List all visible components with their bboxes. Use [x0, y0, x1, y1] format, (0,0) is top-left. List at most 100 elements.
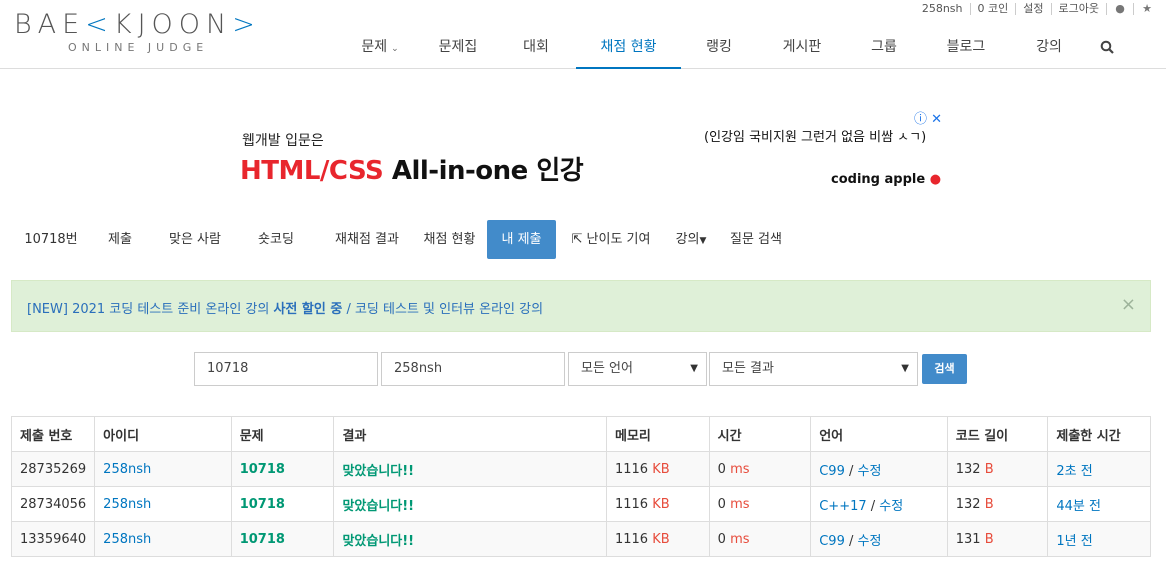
memory-cell: 1116 KB: [605, 486, 710, 522]
edit-link[interactable]: 수정: [858, 534, 882, 549]
alert-message[interactable]: [NEW] 2021 코딩 테스트 준비 온라인 강의 사전 할인 중 / 코딩…: [27, 298, 543, 317]
tab-difficulty-contribution[interactable]: ⇱ 난이도 기여: [556, 220, 666, 259]
time-cell: 0 ms: [708, 486, 812, 522]
apple-icon: ●: [929, 172, 942, 187]
user-topbar: 258nsh 0 코인 설정 로그아웃 ● ★: [915, 3, 1160, 15]
problem-link[interactable]: 10718: [240, 497, 285, 512]
length-cell: 132 B: [946, 451, 1049, 487]
nav-groups[interactable]: 그룹: [847, 36, 921, 69]
edit-link[interactable]: 수정: [879, 499, 903, 514]
chevron-down-icon: ▼: [901, 363, 909, 374]
language-cell: C99 / 수정: [810, 451, 948, 487]
main-nav: 문제 ⌄ 문제집 대회 채점 현황 랭킹 게시판 그룹 블로그 강의: [340, 36, 1127, 69]
edit-link[interactable]: 수정: [858, 464, 882, 479]
source-link[interactable]: C99: [819, 534, 845, 549]
nav-blog[interactable]: 블로그: [921, 36, 1011, 69]
tab-status[interactable]: 채점 현황: [422, 220, 477, 259]
col-user-id: 아이디: [94, 416, 232, 452]
info-icon[interactable]: ⓘ: [914, 112, 927, 127]
logo-wordmark: BAE<KJOON>: [14, 9, 261, 40]
submitted-time-link[interactable]: 2초 전: [1056, 464, 1092, 479]
tab-question-search[interactable]: 질문 검색: [716, 220, 796, 259]
coin-link[interactable]: 0 코인: [969, 3, 1016, 15]
result-text: 맞았습니다!!: [342, 533, 415, 549]
language-select[interactable]: 모든 언어 ▼: [568, 352, 707, 386]
tab-submit[interactable]: 제출: [90, 220, 150, 259]
search-button[interactable]: 검색: [922, 354, 967, 384]
logout-link[interactable]: 로그아웃: [1050, 3, 1106, 15]
user-link[interactable]: 258nsh: [103, 497, 151, 512]
ad-controls: ⓘ ✕: [914, 108, 942, 127]
table-header-row: 제출 번호 아이디 문제 결과 메모리 시간 언어 코드 길이 제출한 시간: [10, 416, 1151, 452]
problem-link[interactable]: 10718: [240, 532, 285, 547]
col-result: 결과: [333, 416, 607, 452]
result-text: 맞았습니다!!: [342, 463, 415, 479]
ad-headline: HTML/CSS All-in-one 인강: [240, 156, 584, 186]
ad-banner[interactable]: 웹개발 입문은 HTML/CSS All-in-one 인강 (인강임 국비지원…: [226, 108, 946, 196]
submission-id: 13359640: [10, 521, 96, 557]
problem-id-input[interactable]: 10718: [194, 352, 378, 386]
settings-link[interactable]: 설정: [1015, 3, 1050, 15]
nav-ranking[interactable]: 랭킹: [681, 36, 757, 69]
user-link[interactable]: 258nsh: [103, 462, 151, 477]
col-language: 언어: [810, 416, 948, 452]
external-link-icon: ⇱: [571, 232, 583, 247]
time-cell: 0 ms: [708, 451, 812, 487]
tab-problem-number[interactable]: 10718번: [12, 220, 90, 259]
length-cell: 131 B: [946, 521, 1049, 557]
nav-contests[interactable]: 대회: [496, 36, 576, 69]
globe-icon[interactable]: ●: [1106, 3, 1133, 15]
result-text: 맞았습니다!!: [342, 498, 415, 514]
result-select[interactable]: 모든 결과 ▼: [709, 352, 918, 386]
language-cell: C++17 / 수정: [810, 486, 948, 522]
caret-down-icon: ▼: [699, 236, 707, 246]
site-header: BAE<KJOON> ONLINE JUDGE 258nsh 0 코인 설정 로…: [0, 0, 1166, 69]
close-icon[interactable]: ×: [1121, 294, 1136, 315]
status-table: 제출 번호 아이디 문제 결과 메모리 시간 언어 코드 길이 제출한 시간 2…: [10, 416, 1151, 557]
nav-problems[interactable]: 문제 ⌄: [340, 36, 420, 69]
user-link[interactable]: 258nsh: [103, 532, 151, 547]
col-problem: 문제: [230, 416, 335, 452]
memory-cell: 1116 KB: [605, 451, 710, 487]
col-memory: 메모리: [605, 416, 710, 452]
user-id-input[interactable]: 258nsh: [381, 352, 565, 386]
table-row: 28735269 258nsh 10718 맞았습니다!! 1116 KB 0 …: [10, 451, 1151, 487]
submitted-time-link[interactable]: 44분 전: [1056, 499, 1101, 514]
col-code-length: 코드 길이: [946, 416, 1049, 452]
ad-small-text: 웹개발 입문은: [242, 133, 324, 149]
chevron-down-icon: ⌄: [391, 44, 399, 54]
col-time: 시간: [708, 416, 812, 452]
chevron-down-icon: ▼: [690, 363, 698, 374]
nav-lectures[interactable]: 강의: [1011, 36, 1087, 69]
submission-id: 28735269: [10, 451, 96, 487]
close-icon[interactable]: ✕: [931, 112, 942, 127]
col-submission-id: 제출 번호: [10, 416, 96, 452]
problem-menu: 10718번 제출 맞은 사람 숏코딩 재채점 결과 채점 현황 내 제출 ⇱ …: [12, 220, 796, 259]
nav-workbooks[interactable]: 문제집: [420, 36, 496, 69]
memory-cell: 1116 KB: [605, 521, 710, 557]
tab-my-submissions[interactable]: 내 제출: [487, 220, 556, 259]
submitted-time-link[interactable]: 1년 전: [1056, 534, 1092, 549]
source-link[interactable]: C++17: [819, 499, 866, 514]
nav-board[interactable]: 게시판: [757, 36, 847, 69]
problem-link[interactable]: 10718: [240, 462, 285, 477]
search-icon[interactable]: [1087, 36, 1127, 69]
table-row: 28734056 258nsh 10718 맞았습니다!! 1116 KB 0 …: [10, 486, 1151, 522]
tab-rejudge-results[interactable]: 재채점 결과: [312, 220, 422, 259]
tab-accepted-users[interactable]: 맞은 사람: [150, 220, 240, 259]
ad-side-text: (인강임 국비지원 그런거 없음 비쌈 ㅅㄱ): [704, 130, 927, 145]
source-link[interactable]: C99: [819, 464, 845, 479]
length-cell: 132 B: [946, 486, 1049, 522]
tab-short-coding[interactable]: 숏코딩: [240, 220, 312, 259]
site-logo[interactable]: BAE<KJOON> ONLINE JUDGE: [14, 10, 264, 56]
promo-alert: [NEW] 2021 코딩 테스트 준비 온라인 강의 사전 할인 중 / 코딩…: [11, 280, 1151, 332]
nav-status[interactable]: 채점 현황: [576, 36, 681, 69]
language-cell: C99 / 수정: [810, 521, 948, 557]
star-icon[interactable]: ★: [1133, 3, 1160, 15]
table-row: 13359640 258nsh 10718 맞았습니다!! 1116 KB 0 …: [10, 521, 1151, 557]
logo-subtitle: ONLINE JUDGE: [68, 41, 209, 54]
user-link[interactable]: 258nsh: [915, 3, 970, 15]
tab-lectures[interactable]: 강의▼: [666, 220, 716, 259]
time-cell: 0 ms: [708, 521, 812, 557]
submission-id: 28734056: [10, 486, 96, 522]
